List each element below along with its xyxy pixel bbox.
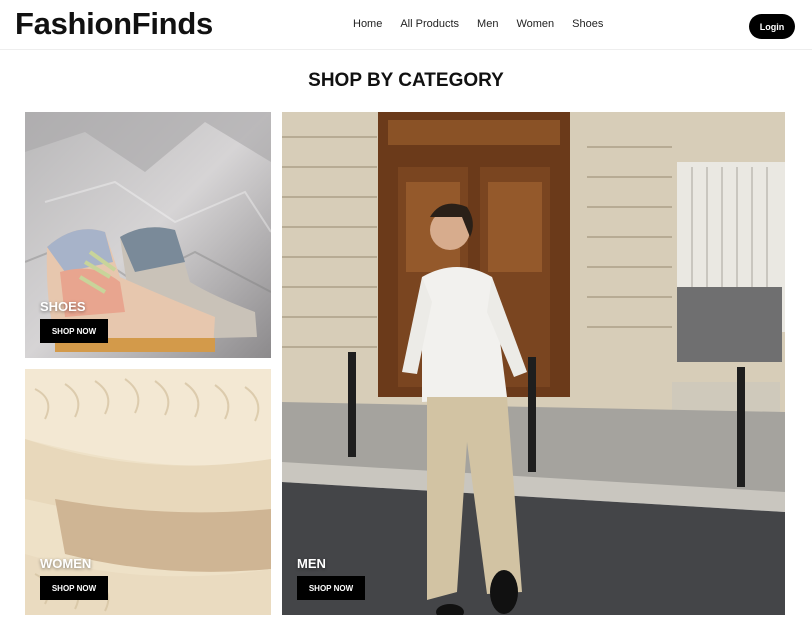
category-label-women: WOMEN [40,556,92,571]
nav-all-products[interactable]: All Products [400,18,459,30]
brand-logo[interactable]: FashionFinds [15,6,213,42]
site-header: FashionFinds Home All Products Men Women… [0,0,812,50]
login-button[interactable]: Login [749,14,795,39]
shop-now-men-button[interactable]: SHOP NOW [297,576,365,600]
nav-shoes[interactable]: Shoes [572,18,603,30]
section-title: SHOP BY CATEGORY [308,70,504,91]
men-image [282,112,785,615]
main-nav: Home All Products Men Women Shoes [353,18,621,30]
category-card-women[interactable]: WOMEN SHOP NOW [25,369,271,615]
nav-men[interactable]: Men [477,18,498,30]
nav-home[interactable]: Home [353,18,382,30]
category-label-men: MEN [297,556,326,571]
category-label-shoes: SHOES [40,299,86,314]
category-card-shoes[interactable]: SHOES SHOP NOW [25,112,271,358]
category-card-men[interactable]: MEN SHOP NOW [282,112,785,615]
shop-now-women-button[interactable]: SHOP NOW [40,576,108,600]
nav-women[interactable]: Women [516,18,554,30]
shop-now-shoes-button[interactable]: SHOP NOW [40,319,108,343]
